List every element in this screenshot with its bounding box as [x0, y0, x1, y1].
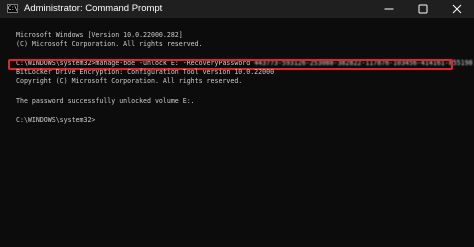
- banner-copyright-line: (C) Microsoft Corporation. All rights re…: [16, 40, 203, 48]
- window-title: Administrator: Command Prompt: [24, 3, 163, 14]
- maximize-button[interactable]: [406, 0, 440, 18]
- command-prompt-icon[interactable]: C:\: [7, 4, 18, 13]
- title-bar[interactable]: C:\ Administrator: Command Prompt: [0, 0, 474, 18]
- current-prompt: C:\WINDOWS\system32>: [16, 116, 96, 124]
- minimize-icon: [384, 8, 394, 10]
- bitlocker-copyright-line: Copyright (C) Microsoft Corporation. All…: [16, 77, 243, 85]
- bitlocker-tool-line: BitLocker Drive Encryption: Configuratio…: [16, 68, 275, 76]
- minimize-button[interactable]: [372, 0, 406, 18]
- terminal-output[interactable]: Microsoft Windows [Version 10.0.22000.28…: [0, 18, 474, 247]
- close-icon: [452, 4, 462, 14]
- command-prompt-icon-text: C:\: [7, 4, 18, 12]
- command-prompt-window: C:\ Administrator: Command Prompt Micros…: [0, 0, 474, 247]
- close-button[interactable]: [440, 0, 474, 18]
- banner-version-line: Microsoft Windows [Version 10.0.22000.28…: [16, 31, 183, 39]
- unlock-success-line: The password successfully unlocked volum…: [16, 97, 195, 105]
- maximize-icon: [418, 4, 428, 14]
